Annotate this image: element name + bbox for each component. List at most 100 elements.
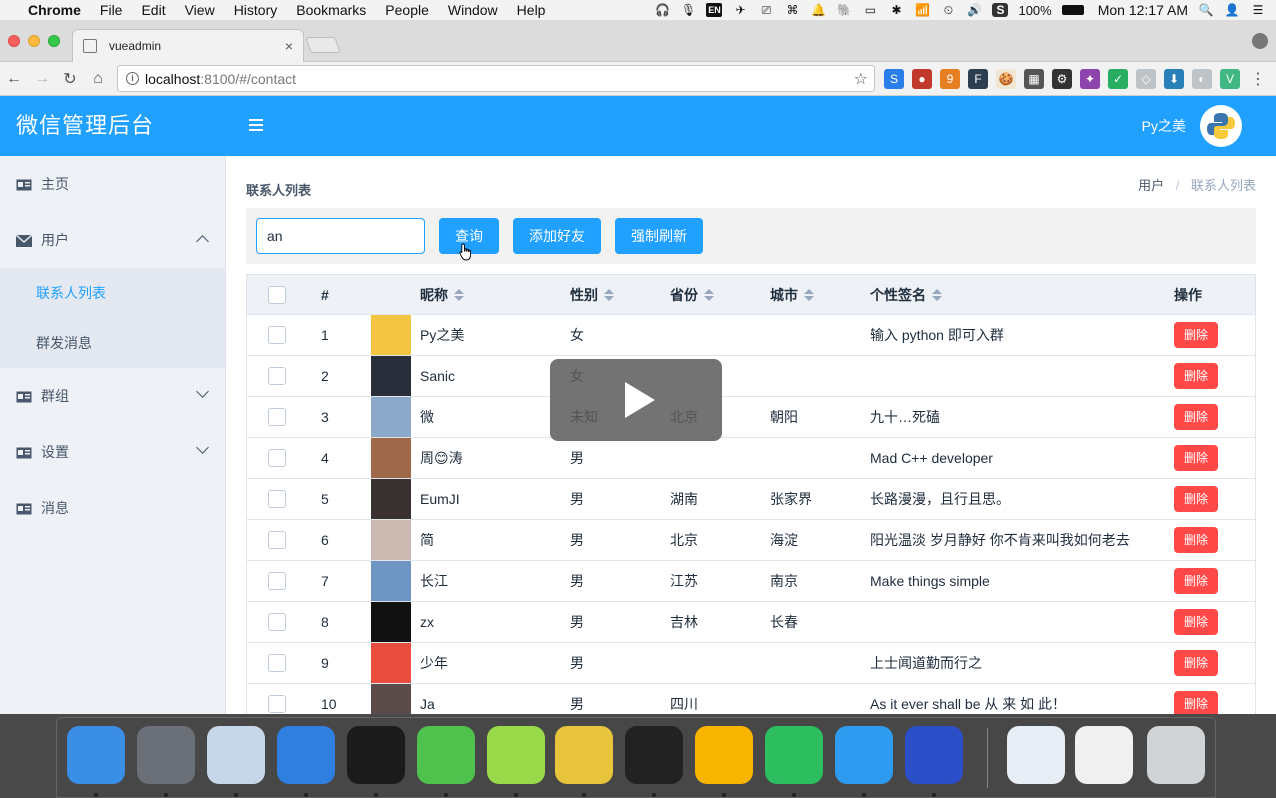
sidebar-subitem-contact-list[interactable]: 联系人列表 — [0, 268, 225, 318]
screen-record-tray-icon[interactable]: ⎚ — [758, 3, 774, 17]
notification-tray-icon[interactable]: 🔔 — [810, 3, 826, 17]
header-nickname[interactable]: 昵称 — [420, 275, 570, 314]
user-tray-icon[interactable]: 👤 — [1224, 3, 1240, 17]
tab-close-icon[interactable]: × — [285, 38, 293, 54]
delete-button[interactable]: 删除 — [1174, 404, 1218, 430]
delete-button[interactable]: 删除 — [1174, 527, 1218, 553]
window-zoom-button[interactable] — [48, 35, 60, 47]
chrome-profile-icon[interactable] — [1252, 33, 1268, 49]
menu-file[interactable]: File — [100, 2, 123, 18]
menu-chrome[interactable]: Chrome — [28, 2, 81, 18]
dock-app-quicktime-icon[interactable] — [277, 726, 335, 784]
menu-toggle-icon[interactable] — [249, 119, 263, 131]
menu-people[interactable]: People — [385, 2, 429, 18]
delete-button[interactable]: 删除 — [1174, 609, 1218, 635]
sidebar-item-home[interactable]: 主页 — [0, 156, 225, 212]
browser-extension-icon[interactable]: ⬇ — [1164, 69, 1184, 89]
sort-icon[interactable] — [454, 288, 464, 301]
add-friend-button[interactable]: 添加好友 — [513, 218, 601, 254]
dock-app-doc-preview-1-icon[interactable] — [1007, 726, 1065, 784]
back-icon[interactable]: ← — [0, 70, 28, 88]
notification-center-icon[interactable]: ☰ — [1250, 3, 1266, 17]
sidebar-subitem-mass-message[interactable]: 群发消息 — [0, 318, 225, 368]
dock-app-trash-icon[interactable] — [1147, 726, 1205, 784]
browser-extension-icon[interactable]: V — [1220, 69, 1240, 89]
dock-app-qq-icon[interactable] — [347, 726, 405, 784]
dock-app-launchpad-icon[interactable] — [137, 726, 195, 784]
select-all-checkbox[interactable] — [268, 285, 286, 304]
sort-icon[interactable] — [932, 288, 942, 301]
dock-app-doc-preview-2-icon[interactable] — [1075, 726, 1133, 784]
row-checkbox[interactable] — [268, 695, 286, 713]
dock-app-sketch-icon[interactable] — [695, 726, 753, 784]
sidebar-item-settings[interactable]: 设置 — [0, 424, 225, 480]
browser-extension-icon[interactable]: ● — [912, 69, 932, 89]
evernote-tray-icon[interactable]: 🐘 — [836, 3, 852, 17]
menu-history[interactable]: History — [234, 2, 278, 18]
browser-extension-icon[interactable]: 🍪 — [996, 69, 1016, 89]
search-input[interactable] — [256, 218, 425, 254]
menu-help[interactable]: Help — [517, 2, 546, 18]
delete-button[interactable]: 删除 — [1174, 486, 1218, 512]
row-checkbox[interactable] — [268, 490, 286, 508]
delete-button[interactable]: 删除 — [1174, 691, 1218, 714]
window-close-button[interactable] — [8, 35, 20, 47]
browser-extension-icon[interactable]: ▦ — [1024, 69, 1044, 89]
sidebar-item-users[interactable]: 用户 — [0, 212, 225, 268]
delete-button[interactable]: 删除 — [1174, 322, 1218, 348]
current-username[interactable]: Py之美 — [1142, 116, 1186, 136]
dock-app-screenflow-icon[interactable] — [905, 726, 963, 784]
browser-tab[interactable]: vueadmin × — [72, 29, 304, 62]
browser-extension-icon[interactable]: ✦ — [1080, 69, 1100, 89]
send-tray-icon[interactable]: ✈ — [732, 3, 748, 17]
sidebar-item-groups[interactable]: 群组 — [0, 368, 225, 424]
dock-app-evernote-icon[interactable] — [765, 726, 823, 784]
chrome-menu-icon[interactable]: ⋮ — [1250, 69, 1266, 89]
mic-tray-icon[interactable]: 🎙 — [680, 3, 696, 17]
sort-icon[interactable] — [704, 288, 714, 301]
header-province[interactable]: 省份 — [670, 275, 770, 314]
breadcrumb-parent[interactable]: 用户 — [1138, 178, 1164, 193]
video-play-overlay[interactable] — [550, 359, 722, 441]
row-checkbox[interactable] — [268, 326, 286, 344]
forward-icon[interactable]: → — [28, 70, 56, 88]
dock-app-terminal-icon[interactable] — [625, 726, 683, 784]
dock-app-safari-icon[interactable] — [835, 726, 893, 784]
battery-percent[interactable]: 100% — [1018, 3, 1051, 18]
delete-button[interactable]: 删除 — [1174, 363, 1218, 389]
browser-extension-icon[interactable]: ✓ — [1108, 69, 1128, 89]
row-checkbox[interactable] — [268, 408, 286, 426]
force-refresh-button[interactable]: 强制刷新 — [615, 218, 703, 254]
browser-extension-icon[interactable]: ◐ — [1192, 69, 1212, 89]
delete-button[interactable]: 删除 — [1174, 568, 1218, 594]
window-minimize-button[interactable] — [28, 35, 40, 47]
airplay-tray-icon[interactable]: ▭ — [862, 3, 878, 17]
browser-extension-icon[interactable]: ⚙ — [1052, 69, 1072, 89]
header-signature[interactable]: 个性签名 — [870, 275, 1174, 314]
header-city[interactable]: 城市 — [770, 275, 870, 314]
user-avatar[interactable] — [1200, 105, 1242, 147]
browser-extension-icon[interactable]: 9 — [940, 69, 960, 89]
delete-button[interactable]: 删除 — [1174, 445, 1218, 471]
home-icon[interactable]: ⌂ — [84, 70, 112, 88]
row-checkbox[interactable] — [268, 613, 286, 631]
bookmark-star-icon[interactable]: ☆ — [854, 69, 868, 89]
row-checkbox[interactable] — [268, 449, 286, 467]
sidebar-item-messages[interactable]: 消息 — [0, 480, 225, 536]
row-checkbox[interactable] — [268, 531, 286, 549]
new-tab-button[interactable] — [305, 37, 341, 53]
header-sex[interactable]: 性别 — [570, 275, 670, 314]
command-tray-icon[interactable]: ⌘ — [784, 3, 800, 17]
menu-bookmarks[interactable]: Bookmarks — [296, 2, 366, 18]
menu-window[interactable]: Window — [448, 2, 498, 18]
dock-app-chrome-icon[interactable] — [555, 726, 613, 784]
row-checkbox[interactable] — [268, 367, 286, 385]
dock-app-finder-icon[interactable] — [67, 726, 125, 784]
s-app-tray-icon[interactable]: S — [992, 3, 1009, 17]
wifi-tray-icon[interactable]: 📶 — [914, 3, 930, 17]
sort-icon[interactable] — [604, 288, 614, 301]
reload-icon[interactable]: ↻ — [56, 69, 84, 89]
menu-edit[interactable]: Edit — [141, 2, 165, 18]
headset-tray-icon[interactable]: 🎧 — [654, 3, 670, 17]
row-checkbox[interactable] — [268, 654, 286, 672]
